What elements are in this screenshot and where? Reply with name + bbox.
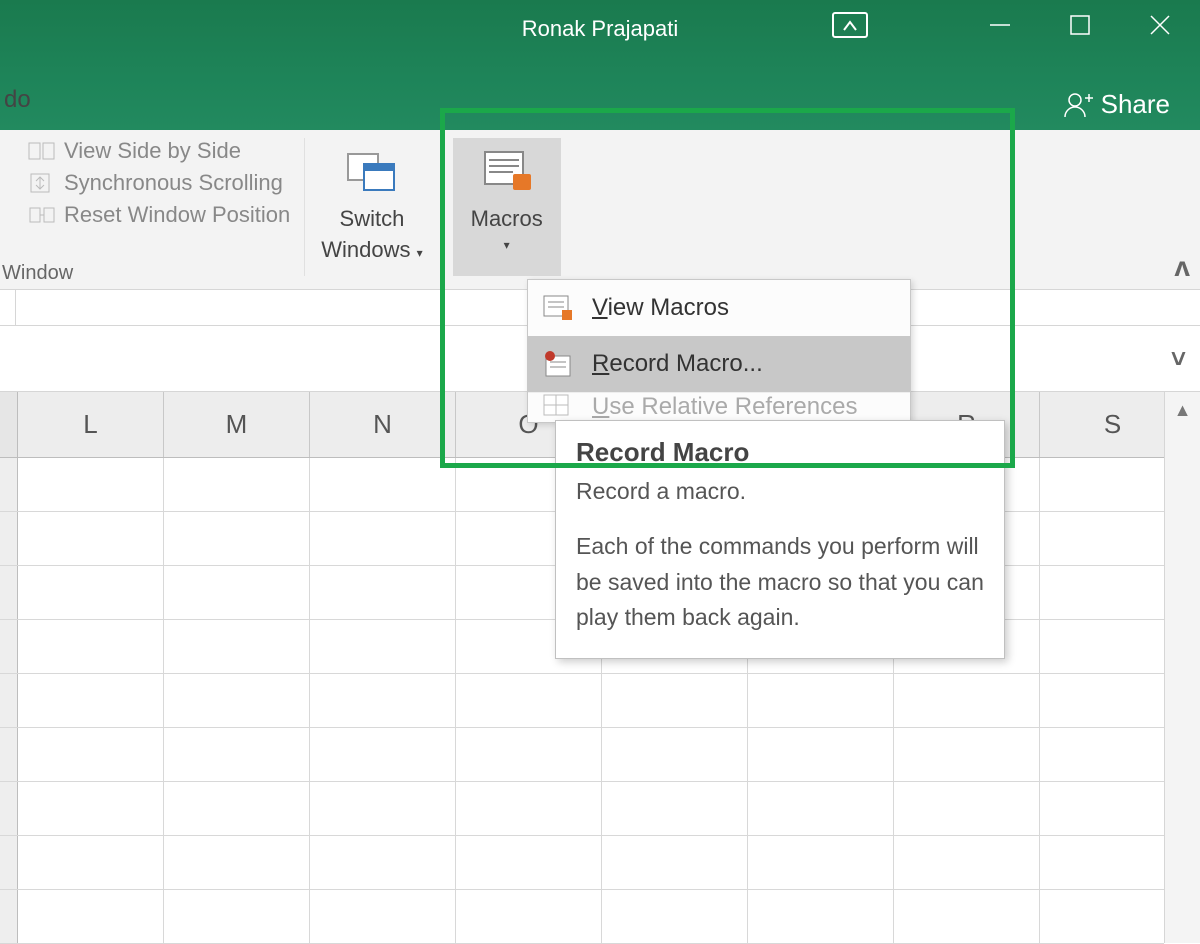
record-macro-icon — [542, 350, 574, 378]
switch-l2: Windows — [321, 237, 410, 262]
share-button[interactable]: Share — [1063, 89, 1170, 120]
share-bar: Share — [0, 78, 1200, 130]
expand-formula-bar-button[interactable]: ˅ — [1171, 343, 1186, 374]
reset-window-position-button[interactable]: Reset Window Position — [28, 202, 290, 228]
tooltip-line: Record a macro. — [576, 478, 984, 505]
ribbon-group-label: Window — [2, 262, 73, 285]
switch-l1: Switch — [340, 204, 405, 235]
relative-ref-icon — [542, 393, 574, 421]
ribbon-item-label: Reset Window Position — [64, 202, 290, 228]
view-macros-item[interactable]: View Macros — [528, 280, 910, 336]
share-label: Share — [1101, 89, 1170, 120]
ribbon: View Side by Side Synchronous Scrolling … — [0, 130, 1200, 290]
synchronous-scrolling-button[interactable]: Synchronous Scrolling — [28, 170, 290, 196]
window-option-list: View Side by Side Synchronous Scrolling … — [28, 138, 290, 228]
vertical-scrollbar[interactable]: ▲ — [1164, 392, 1200, 943]
window-group: View Side by Side Synchronous Scrolling … — [0, 130, 561, 276]
column-header[interactable]: N — [310, 392, 456, 457]
minimize-button[interactable] — [960, 0, 1040, 50]
column-header[interactable]: M — [164, 392, 310, 457]
ribbon-item-label: View Side by Side — [64, 138, 241, 164]
chevron-down-icon: ▾ — [504, 237, 510, 254]
column-header[interactable]: L — [18, 392, 164, 457]
tooltip: Record Macro Record a macro. Each of the… — [555, 420, 1005, 659]
view-side-by-side-button[interactable]: View Side by Side — [28, 138, 290, 164]
tooltip-body: Each of the commands you perform will be… — [576, 529, 984, 636]
switch-windows-button[interactable]: Switch Windows ▾ — [304, 138, 436, 276]
macros-icon — [479, 148, 535, 194]
macros-button[interactable]: Macros ▾ — [453, 138, 561, 276]
macros-dropdown-menu: View Macros Record Macro... Use Relative… — [527, 279, 911, 423]
menu-item-label: Record Macro... — [592, 350, 763, 378]
menu-item-label: View Macros — [592, 294, 729, 322]
tooltip-title: Record Macro — [576, 437, 984, 468]
switch-windows-icon — [344, 148, 400, 194]
select-all-corner[interactable] — [0, 392, 18, 457]
collapse-ribbon-button[interactable]: ʌ — [1174, 251, 1190, 283]
scroll-up-icon[interactable]: ▲ — [1165, 392, 1200, 428]
username: Ronak Prajapati — [522, 16, 679, 42]
ribbon-display-options-icon[interactable] — [830, 10, 870, 40]
chevron-down-icon: ▾ — [417, 246, 423, 260]
titlebar: Ronak Prajapati — [0, 0, 1200, 78]
maximize-button[interactable] — [1040, 0, 1120, 50]
window-controls — [960, 0, 1200, 50]
close-button[interactable] — [1120, 0, 1200, 50]
use-relative-references-item[interactable]: Use Relative References — [528, 392, 910, 422]
cutoff-text-left: do — [0, 80, 35, 120]
record-macro-item[interactable]: Record Macro... — [528, 336, 910, 392]
macros-label: Macros — [471, 204, 543, 235]
ribbon-item-label: Synchronous Scrolling — [64, 170, 283, 196]
menu-item-label: Use Relative References — [592, 393, 857, 421]
view-macros-icon — [542, 294, 574, 322]
